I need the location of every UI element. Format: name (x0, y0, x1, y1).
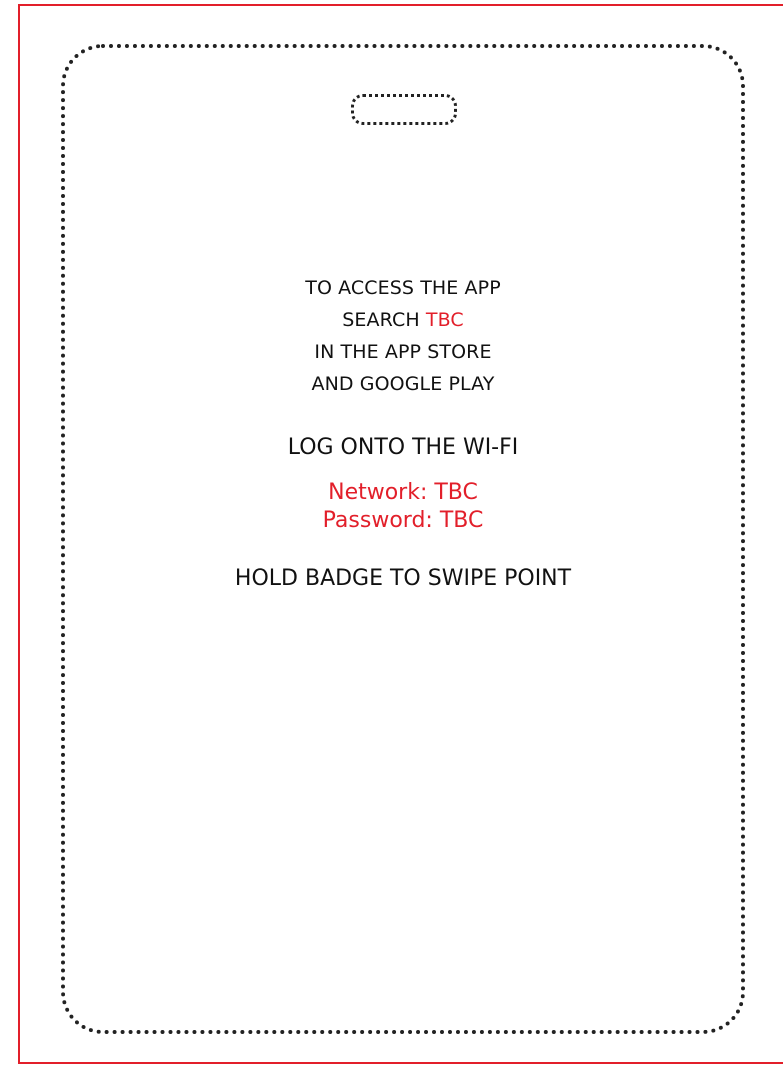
wifi-network: Network: TBC (328, 480, 478, 505)
app-access-line-3: IN THE APP STORE (314, 341, 492, 363)
wifi-heading: LOG ONTO THE WI-FI (287, 435, 519, 460)
wifi-password: Password: TBC (322, 508, 484, 533)
app-access-line-4: AND GOOGLE PLAY (311, 373, 495, 395)
app-access-line-2: SEARCH TBC (61, 304, 745, 336)
app-name-placeholder: TBC (425, 309, 464, 331)
app-access-instructions: TO ACCESS THE APP SEARCH TBC IN THE APP … (61, 272, 745, 400)
app-access-line-1: TO ACCESS THE APP (305, 277, 501, 299)
search-label: SEARCH (342, 309, 426, 331)
lanyard-slot (351, 94, 457, 125)
wifi-details: Network: TBC Password: TBC (61, 479, 745, 535)
badge-cut-line (61, 44, 745, 1034)
badge-swipe-instruction: HOLD BADGE TO SWIPE POINT (234, 566, 572, 591)
